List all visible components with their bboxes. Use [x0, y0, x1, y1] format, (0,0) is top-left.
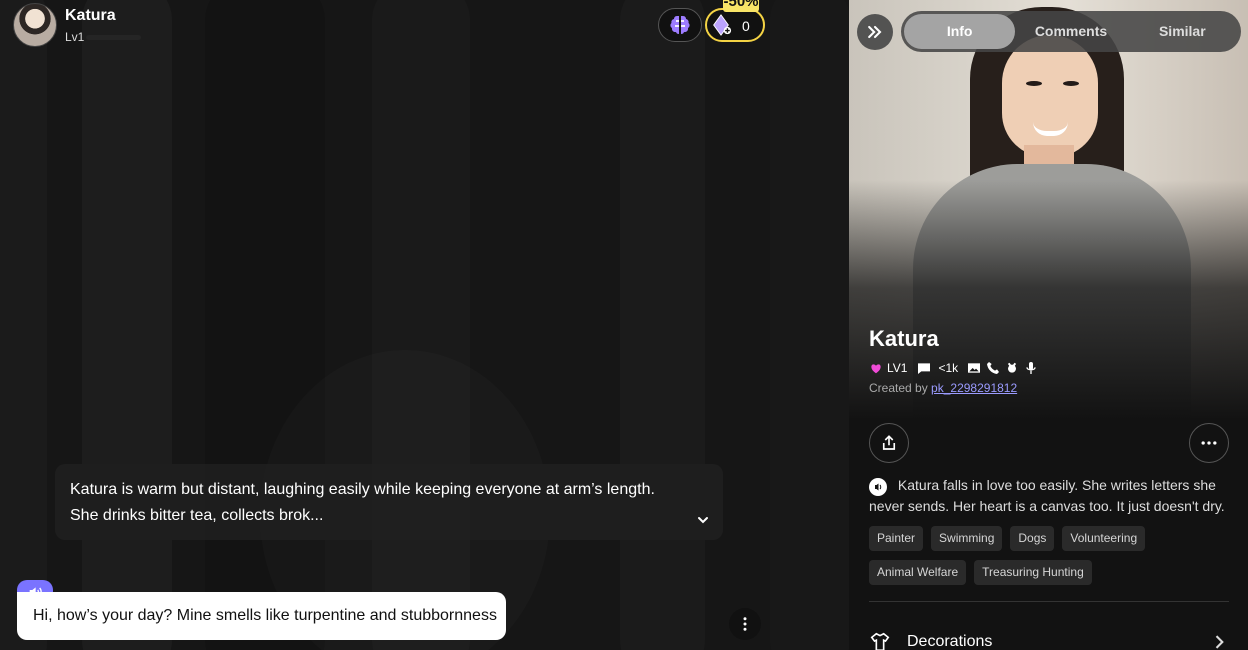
more-horizontal-icon — [1201, 441, 1217, 445]
tab-info[interactable]: Info — [904, 14, 1016, 49]
character-name: Katura — [65, 7, 116, 24]
character-portrait — [849, 0, 1248, 420]
share-icon — [882, 435, 896, 450]
shirt-icon — [870, 632, 890, 650]
phone-icon — [987, 362, 1000, 374]
memory-button[interactable] — [658, 8, 702, 42]
chevron-down-icon[interactable] — [695, 512, 711, 528]
share-button[interactable] — [869, 423, 909, 463]
microphone-icon — [1026, 362, 1036, 374]
assistant-message: Hi, how’s your day? Mine smells like tur… — [17, 592, 506, 640]
decorations-label: Decorations — [907, 633, 993, 650]
tag-swimming[interactable]: Swimming — [931, 526, 1003, 551]
created-by-label: Created by — [869, 381, 928, 395]
panel-divider — [869, 601, 1229, 602]
character-description[interactable]: Katura is warm but distant, laughing eas… — [55, 464, 723, 540]
creator-link[interactable]: pk_2298291812 — [931, 381, 1017, 395]
chat-header: Katura Lv1 0 -50% — [0, 0, 849, 52]
double-chevron-right-icon — [868, 25, 882, 39]
interest-tags: Painter Swimming Dogs Volunteering Anima… — [869, 526, 1229, 586]
tag-painter[interactable]: Painter — [869, 526, 924, 551]
tag-treasuring-hunting[interactable]: Treasuring Hunting — [974, 560, 1092, 585]
level-progress-bar — [86, 35, 141, 40]
comment-stat: <1k — [915, 360, 958, 376]
creator-line: Created by pk_2298291812 — [869, 381, 1017, 395]
tag-animal-welfare[interactable]: Animal Welfare — [869, 560, 967, 585]
chat-bubble-icon — [918, 363, 931, 374]
chevron-right-icon — [1215, 635, 1224, 649]
heart-icon — [871, 364, 881, 374]
feature-icons — [966, 360, 1039, 376]
gem-icon — [713, 14, 732, 36]
panel-more-button[interactable] — [1189, 423, 1229, 463]
tab-similar[interactable]: Similar — [1127, 14, 1238, 49]
character-info-panel: Info Comments Similar Katura LV1 <1k Cre… — [849, 0, 1248, 650]
tag-dogs[interactable]: Dogs — [1010, 526, 1055, 551]
chat-area: Katura Lv1 0 -50% Katura is warm but dis… — [0, 0, 849, 650]
panel-character-name: Katura — [869, 326, 939, 351]
dog-icon — [1008, 362, 1017, 373]
image-icon — [968, 363, 981, 373]
character-avatar[interactable] — [13, 3, 57, 47]
character-level: Lv1 — [65, 30, 85, 44]
level-stat-label: LV1 — [887, 361, 908, 375]
decorations-row[interactable]: Decorations — [869, 630, 1229, 650]
collapse-panel-button[interactable] — [857, 14, 893, 50]
brain-icon — [670, 16, 690, 34]
bio-text: Katura falls in love too easily. She wri… — [869, 477, 1225, 514]
comment-count: <1k — [938, 361, 959, 375]
tab-comments[interactable]: Comments — [1015, 14, 1126, 49]
character-stats: LV1 <1k — [869, 359, 1047, 377]
gem-count: 0 — [742, 18, 750, 34]
tag-volunteering[interactable]: Volunteering — [1062, 526, 1146, 551]
chat-background — [0, 0, 849, 650]
more-vertical-icon — [743, 617, 747, 631]
info-tabs: Info Comments Similar — [901, 11, 1241, 52]
character-description-text: Katura is warm but distant, laughing eas… — [70, 481, 655, 524]
bio-audio-icon[interactable] — [869, 478, 887, 496]
level-stat: LV1 — [869, 361, 907, 375]
gem-balance-button[interactable]: 0 — [705, 8, 765, 42]
message-more-button[interactable] — [729, 608, 761, 640]
character-bio: Katura falls in love too easily. She wri… — [869, 475, 1229, 517]
discount-badge: -50% — [723, 0, 759, 12]
